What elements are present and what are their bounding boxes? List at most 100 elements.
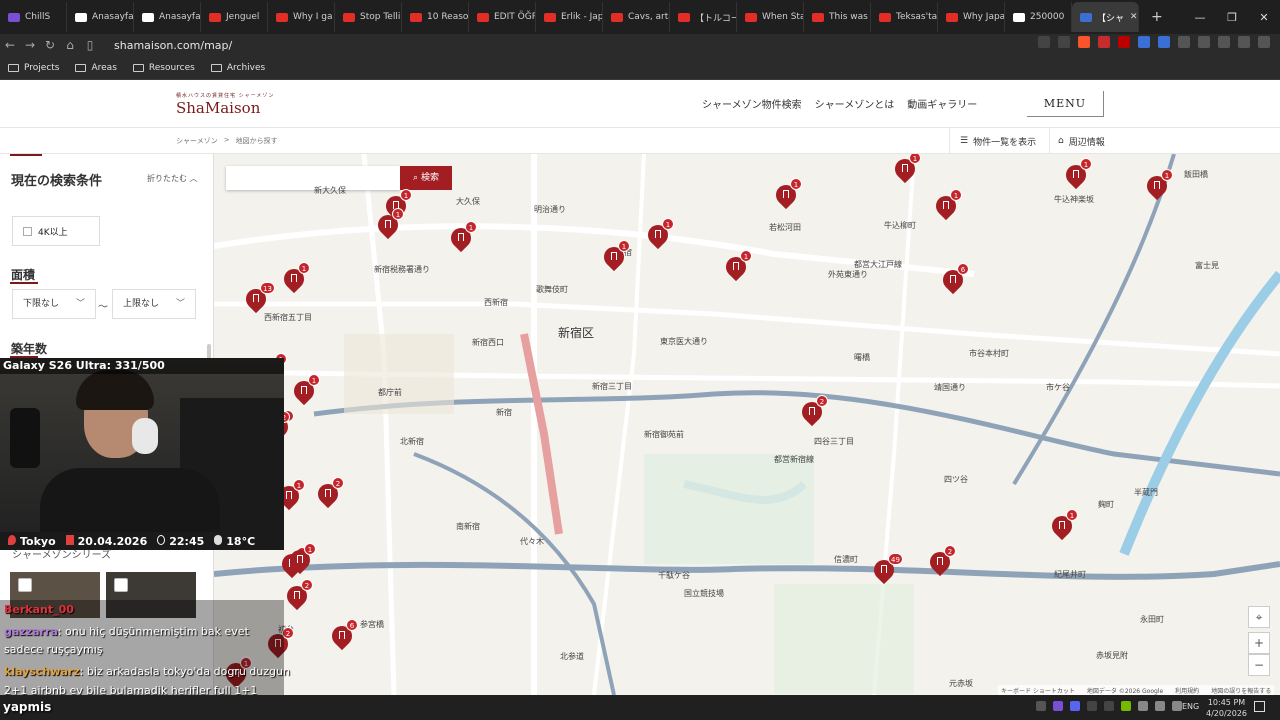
bookmark-resources[interactable]: Resources bbox=[132, 63, 195, 73]
tracker-icon[interactable] bbox=[1038, 36, 1050, 48]
wallet-icon[interactable] bbox=[1198, 36, 1210, 48]
notification-icon[interactable] bbox=[1254, 701, 1265, 712]
property-pin[interactable]: 1 bbox=[1047, 509, 1078, 542]
keyboard-shortcuts-link[interactable]: キーボード ショートカット bbox=[1001, 686, 1075, 695]
restore-icon[interactable]: ❐ bbox=[1216, 11, 1248, 24]
browser-tab[interactable]: Anasayfa bbox=[134, 2, 201, 32]
browser-tab[interactable]: 【シャ ✕ bbox=[1072, 2, 1139, 32]
browser-tab[interactable]: EDIT ÖĞR bbox=[469, 2, 536, 32]
property-pin[interactable]: 1 bbox=[1142, 169, 1173, 202]
sidebar-toggle-icon[interactable]: ▯ bbox=[80, 38, 100, 52]
close-icon[interactable]: ✕ bbox=[1248, 11, 1280, 24]
browser-tab[interactable]: This was bbox=[804, 2, 871, 32]
property-pin[interactable]: 1 bbox=[285, 543, 316, 576]
translate-icon[interactable] bbox=[1158, 36, 1170, 48]
terms-link[interactable]: 利用規約 bbox=[1175, 686, 1199, 695]
map-search-input[interactable] bbox=[226, 166, 400, 190]
option-4k-checkbox[interactable]: 4K以上 bbox=[12, 216, 100, 246]
music-icon[interactable] bbox=[1238, 36, 1250, 48]
browser-tab[interactable]: Why Japa bbox=[938, 2, 1005, 32]
property-pin[interactable]: 1 bbox=[771, 178, 802, 211]
browser-tab[interactable]: Erlik - Jap bbox=[536, 2, 603, 32]
mic-icon[interactable] bbox=[1138, 701, 1148, 711]
browser-tab[interactable]: 10 Reason bbox=[402, 2, 469, 32]
brave-shield-icon[interactable] bbox=[1078, 36, 1090, 48]
browser-tab[interactable]: Stop Tellir bbox=[335, 2, 402, 32]
property-pin[interactable]: 2 bbox=[282, 579, 313, 612]
minimize-icon[interactable]: — bbox=[1184, 11, 1216, 24]
my-location-icon[interactable]: ⌖ bbox=[1248, 606, 1270, 628]
property-pin[interactable]: 2 bbox=[313, 477, 344, 510]
site-logo[interactable]: 積水ハウスの賃貸住宅 シャーメゾン ShaMaison bbox=[176, 92, 274, 117]
nav-about[interactable]: シャーメゾンとは bbox=[815, 96, 895, 111]
url-field[interactable]: shamaison.com/map/ bbox=[114, 39, 232, 52]
list-view-button[interactable]: ☰ 物件一覧を表示 bbox=[949, 128, 1049, 154]
nav-video-gallery[interactable]: 動画ギャラリー bbox=[907, 96, 977, 111]
browser-tab[interactable]: ChillS bbox=[0, 2, 67, 32]
property-pin[interactable]: 1 bbox=[373, 208, 404, 241]
property-pin[interactable]: 49 bbox=[869, 553, 903, 586]
puzzle-icon[interactable] bbox=[1178, 36, 1190, 48]
browser-tab[interactable]: 【トルコー bbox=[670, 2, 737, 32]
map-area[interactable]: ⌕ 検索 新大久保大久保東新宿若松河田牛込柳町牛込神楽坂飯田橋新宿区西新宿歌舞伎… bbox=[214, 154, 1280, 695]
property-pin[interactable]: 1 bbox=[931, 189, 962, 222]
bookmark-projects[interactable]: Projects bbox=[8, 63, 59, 73]
language-indicator[interactable]: ENG bbox=[1182, 702, 1199, 711]
ublock-icon[interactable] bbox=[1118, 36, 1130, 48]
property-pin[interactable]: 6 bbox=[938, 263, 969, 296]
menu-button[interactable]: MENU bbox=[1027, 91, 1104, 117]
extension-icon[interactable] bbox=[1098, 36, 1110, 48]
taskbar-clock[interactable]: 10:45 PM 4/20/2026 bbox=[1206, 697, 1247, 719]
discord-icon[interactable] bbox=[1070, 701, 1080, 711]
property-pin[interactable]: 1 bbox=[643, 218, 674, 251]
browser-tab[interactable]: When Sta bbox=[737, 2, 804, 32]
browser-tab[interactable]: Anasayfa bbox=[67, 2, 134, 32]
nvidia-icon[interactable] bbox=[1121, 701, 1131, 711]
report-error-link[interactable]: 地図の誤りを報告する bbox=[1211, 686, 1271, 695]
reload-icon[interactable]: ↻ bbox=[40, 38, 60, 52]
property-pin[interactable]: 2 bbox=[925, 545, 956, 578]
checkbox-icon[interactable] bbox=[18, 578, 32, 592]
browser-tab[interactable]: 250000 bbox=[1005, 2, 1072, 32]
map-search-button[interactable]: ⌕ 検索 bbox=[400, 166, 452, 190]
bookmark-areas[interactable]: Areas bbox=[75, 63, 117, 73]
back-icon[interactable]: ← bbox=[0, 38, 20, 52]
browser-tab[interactable]: Cavs, arta bbox=[603, 2, 670, 32]
extension-icon[interactable] bbox=[1138, 36, 1150, 48]
property-pin[interactable]: 1 bbox=[890, 154, 921, 185]
area-min-select[interactable]: 下限なし ﹀ bbox=[12, 289, 96, 319]
property-pin[interactable]: 13 bbox=[241, 282, 275, 315]
nearby-info-button[interactable]: ⌂ 周辺情報 bbox=[1049, 128, 1129, 154]
checkbox-icon[interactable] bbox=[114, 578, 128, 592]
property-pin[interactable]: 1 bbox=[1061, 158, 1092, 191]
download-icon[interactable] bbox=[1218, 36, 1230, 48]
app-icon[interactable] bbox=[1087, 701, 1097, 711]
bookmark-archives[interactable]: Archives bbox=[210, 63, 265, 73]
property-pin[interactable]: 1 bbox=[721, 250, 752, 283]
tab-close-icon[interactable]: ✕ bbox=[1130, 12, 1138, 22]
zoom-out-button[interactable]: − bbox=[1248, 654, 1270, 676]
browser-tab[interactable]: Teksas'ta bbox=[871, 2, 938, 32]
property-pin[interactable]: 1 bbox=[279, 262, 310, 295]
property-pin[interactable]: 2 bbox=[797, 395, 828, 428]
nav-property-search[interactable]: シャーメゾン物件検索 bbox=[702, 96, 802, 111]
new-tab-button[interactable]: + bbox=[1151, 9, 1163, 25]
property-pin[interactable]: 6 bbox=[327, 619, 358, 652]
menu-icon[interactable] bbox=[1258, 36, 1270, 48]
property-pin[interactable]: 1 bbox=[599, 240, 630, 273]
property-pin[interactable]: 1 bbox=[446, 221, 477, 254]
home-icon[interactable]: ⌂ bbox=[60, 38, 80, 52]
collapse-button[interactable]: 折りたたむ ︿ bbox=[147, 173, 198, 184]
forward-icon[interactable]: → bbox=[20, 38, 40, 52]
area-max-select[interactable]: 上限なし ﹀ bbox=[112, 289, 196, 319]
chevron-icon[interactable] bbox=[1036, 701, 1046, 711]
app-icon[interactable] bbox=[1053, 701, 1063, 711]
network-icon[interactable] bbox=[1155, 701, 1165, 711]
app-icon[interactable] bbox=[1104, 701, 1114, 711]
browser-tab[interactable]: Jenguel bbox=[201, 2, 268, 32]
zoom-in-button[interactable]: + bbox=[1248, 632, 1270, 654]
browser-tab[interactable]: Why I ga bbox=[268, 2, 335, 32]
share-icon[interactable] bbox=[1058, 36, 1070, 48]
volume-icon[interactable] bbox=[1172, 701, 1182, 711]
property-pin[interactable]: 1 bbox=[289, 374, 320, 407]
